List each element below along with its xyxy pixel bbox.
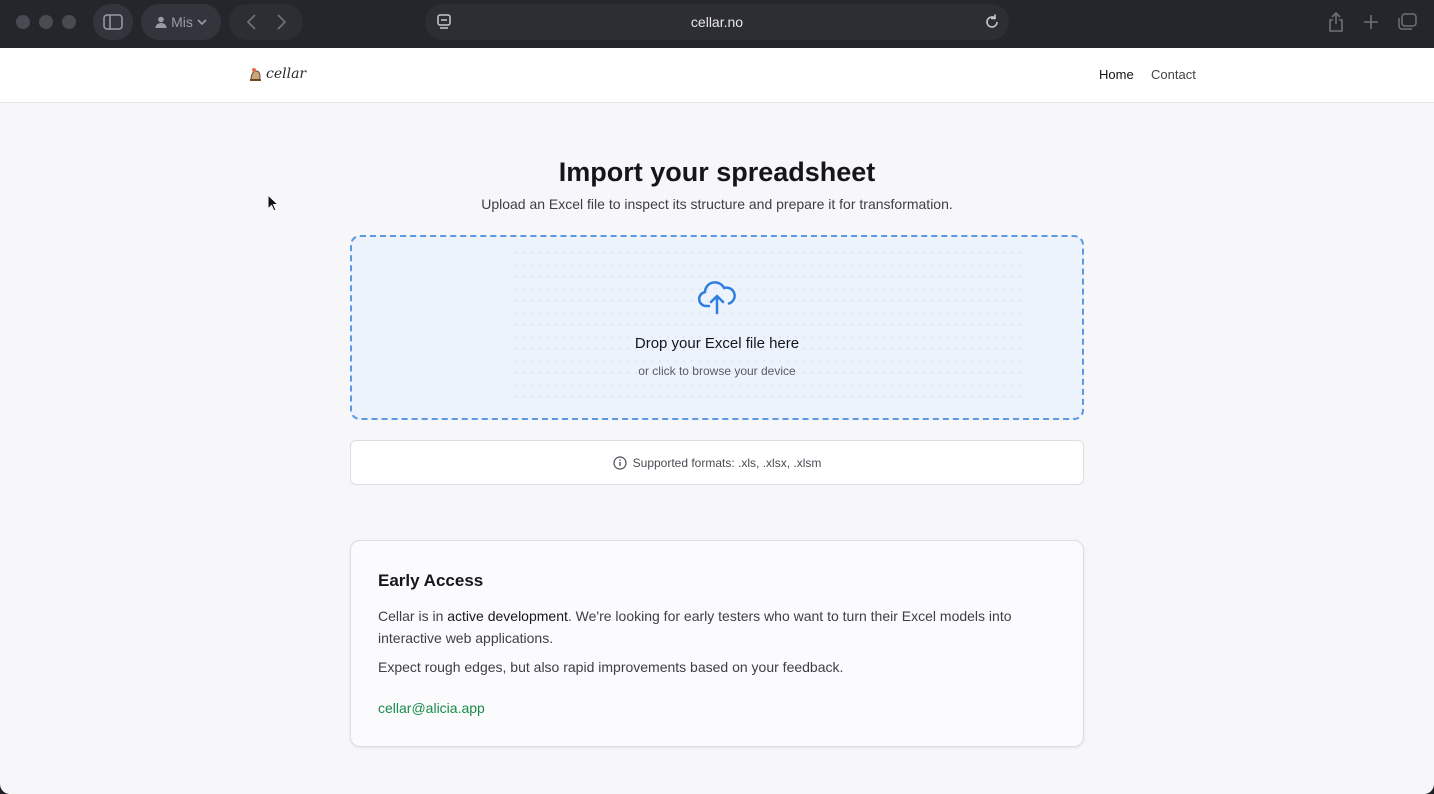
- tab-overview-icon[interactable]: [1396, 11, 1418, 33]
- early-access-text-start: Cellar is in: [378, 608, 448, 624]
- back-arrow-icon[interactable]: [246, 14, 258, 30]
- site-logo[interactable]: cellar: [248, 66, 306, 82]
- url-text: cellar.no: [690, 14, 744, 30]
- early-access-paragraph: Cellar is in active development. We're l…: [378, 605, 1038, 649]
- dropzone-title: Drop your Excel file here: [634, 335, 800, 352]
- early-access-title: Early Access: [378, 571, 484, 590]
- mouse-cursor-icon: [267, 194, 279, 212]
- early-access-emphasis: active development: [447, 608, 568, 624]
- formats-text: Supported formats: .xls, .xlsx, .xlsm: [632, 455, 822, 470]
- cellar-logo-icon: [250, 67, 261, 81]
- logo-text: cellar: [266, 66, 307, 82]
- early-access-note: Expect rough edges, but also rapid impro…: [378, 659, 844, 675]
- profile-button[interactable]: Mis: [141, 4, 221, 40]
- info-icon: [613, 455, 627, 470]
- page-viewport: cellar Home Contact Import your spreadsh…: [0, 48, 1434, 794]
- reload-icon[interactable]: [983, 13, 1001, 31]
- cloud-upload-icon: [697, 281, 736, 315]
- person-icon: [155, 16, 167, 28]
- nav-link-contact[interactable]: Contact: [1151, 67, 1196, 82]
- window-minimize-button[interactable]: [39, 15, 53, 29]
- sidebar-icon: [103, 14, 123, 30]
- page-subtitle: Upload an Excel file to inspect its stru…: [481, 196, 953, 212]
- address-bar[interactable]: cellar.no: [425, 4, 1009, 40]
- file-dropzone[interactable]: Drop your Excel file here or click to br…: [350, 235, 1084, 420]
- page-title: Import your spreadsheet: [558, 157, 876, 187]
- chevron-down-icon: [197, 19, 207, 26]
- forward-arrow-icon[interactable]: [275, 14, 287, 30]
- window-maximize-button[interactable]: [62, 15, 76, 29]
- window-close-button[interactable]: [16, 15, 30, 29]
- share-icon[interactable]: [1325, 11, 1347, 33]
- new-tab-icon[interactable]: [1360, 11, 1382, 33]
- early-access-card: Early Access Cellar is in active develop…: [350, 540, 1084, 747]
- nav-link-home[interactable]: Home: [1099, 67, 1134, 82]
- site-header: cellar Home Contact: [0, 48, 1434, 103]
- dropzone-subtitle: or click to browse your device: [638, 364, 796, 378]
- history-nav: [229, 4, 303, 40]
- browser-toolbar: Mis cellar.no: [0, 0, 1434, 48]
- dropzone-pattern: [512, 247, 1022, 407]
- sidebar-toggle-button[interactable]: [93, 4, 133, 40]
- page-settings-icon[interactable]: [435, 13, 453, 31]
- profile-label: Mis: [171, 14, 193, 30]
- supported-formats-notice: Supported formats: .xls, .xlsx, .xlsm: [350, 440, 1084, 485]
- contact-email-link[interactable]: cellar@alicia.app: [378, 700, 485, 716]
